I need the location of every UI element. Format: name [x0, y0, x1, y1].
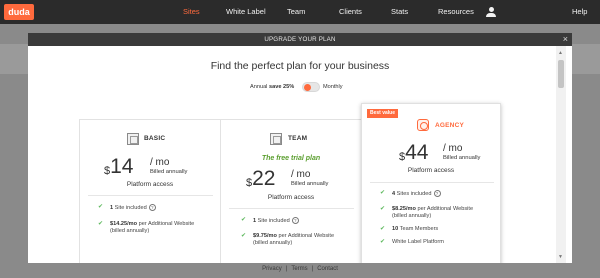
plan-card-basic[interactable]: BASIC $14 / mo Billed annually Platform …	[79, 119, 220, 263]
nav-stats[interactable]: Stats	[391, 0, 408, 24]
plan-header: AGENCY	[362, 119, 500, 135]
price-period: / mo	[443, 143, 463, 154]
billing-switch[interactable]	[302, 82, 320, 92]
billed-annually: Billed annually	[443, 155, 481, 161]
divider	[229, 208, 354, 209]
modal-headline: Find the perfect plan for your business	[210, 60, 390, 72]
grid-cubes-icon	[270, 133, 282, 145]
price-amount: 22	[252, 167, 276, 190]
billed-annually: Billed annually	[291, 181, 329, 187]
check-icon: ✔	[241, 233, 247, 239]
plan-price: $44 / mo Billed annually	[362, 142, 500, 164]
divider	[88, 195, 213, 196]
switch-knob	[304, 84, 311, 91]
check-icon: ✔	[98, 204, 104, 210]
currency-symbol: $	[246, 177, 253, 189]
modal-scrollbar[interactable]: ▲ ▼	[556, 46, 566, 263]
platform-access: Platform access	[267, 194, 315, 201]
price-period: / mo	[150, 157, 170, 168]
check-icon: ✔	[98, 221, 104, 227]
plan-name: TEAM	[288, 135, 308, 142]
nav-white-label[interactable]: White Label	[226, 0, 266, 24]
plan-name: AGENCY	[435, 122, 465, 129]
scroll-thumb[interactable]	[558, 60, 564, 88]
check-icon: ✔	[380, 239, 386, 245]
divider	[370, 182, 494, 183]
network-icon	[417, 119, 429, 131]
scroll-down-arrow-icon[interactable]: ▼	[558, 254, 563, 260]
check-icon: ✔	[380, 206, 386, 212]
platform-access: Platform access	[126, 181, 174, 188]
top-nav-bar: duda Sites White Label Team Clients Stat…	[0, 0, 600, 24]
plan-header: BASIC	[80, 132, 220, 148]
billed-annually: Billed annually	[150, 169, 188, 175]
close-icon[interactable]: ×	[563, 33, 568, 46]
footer-links: Privacy | Terms | Contact	[0, 264, 600, 278]
currency-symbol: $	[399, 151, 406, 163]
price-amount: 14	[110, 155, 134, 178]
footer-separator: |	[311, 266, 314, 272]
check-icon: ✔	[380, 226, 386, 232]
plan-name: BASIC	[144, 135, 166, 142]
price-amount: 44	[405, 141, 429, 164]
modal-header: UPGRADE YOUR PLAN ×	[28, 33, 572, 46]
nav-resources[interactable]: Resources	[438, 0, 474, 24]
upgrade-plan-modal: UPGRADE YOUR PLAN × Find the perfect pla…	[28, 33, 572, 263]
best-value-badge: Best value	[367, 109, 399, 118]
cube-icon	[127, 133, 139, 145]
plan-header: TEAM	[221, 132, 361, 148]
info-icon[interactable]: ?	[433, 190, 441, 197]
nav-clients[interactable]: Clients	[339, 0, 362, 24]
plan-card-agency[interactable]: Best value AGENCY $44 / mo Billed annual…	[361, 103, 501, 263]
info-icon[interactable]: ?	[291, 217, 299, 224]
free-trial-label: The free trial plan	[261, 155, 321, 162]
check-icon: ✔	[380, 190, 386, 196]
nav-help[interactable]: Help	[572, 0, 587, 24]
privacy-link[interactable]: Privacy	[262, 266, 282, 272]
nav-team[interactable]: Team	[287, 0, 305, 24]
nav-sites[interactable]: Sites	[183, 0, 200, 24]
duda-logo[interactable]: duda	[4, 4, 34, 20]
user-icon[interactable]	[486, 7, 496, 17]
contact-link[interactable]: Contact	[317, 266, 338, 272]
platform-access: Platform access	[407, 167, 455, 174]
info-icon[interactable]: ?	[148, 204, 156, 211]
terms-link[interactable]: Terms	[291, 266, 307, 272]
plan-price: $14 / mo Billed annually	[80, 156, 220, 178]
plan-price: $22 / mo Billed annually	[221, 168, 361, 190]
annual-label[interactable]: Annual save 25%	[250, 84, 294, 90]
plan-card-team[interactable]: TEAM The free trial plan $22 / mo Billed…	[220, 119, 361, 263]
price-period: / mo	[291, 169, 311, 180]
footer-separator: |	[285, 266, 288, 272]
check-icon: ✔	[241, 217, 247, 223]
modal-title: UPGRADE YOUR PLAN	[264, 36, 336, 43]
currency-symbol: $	[104, 165, 111, 177]
monthly-label[interactable]: Monthly	[323, 84, 343, 90]
scroll-up-arrow-icon[interactable]: ▲	[558, 50, 563, 56]
